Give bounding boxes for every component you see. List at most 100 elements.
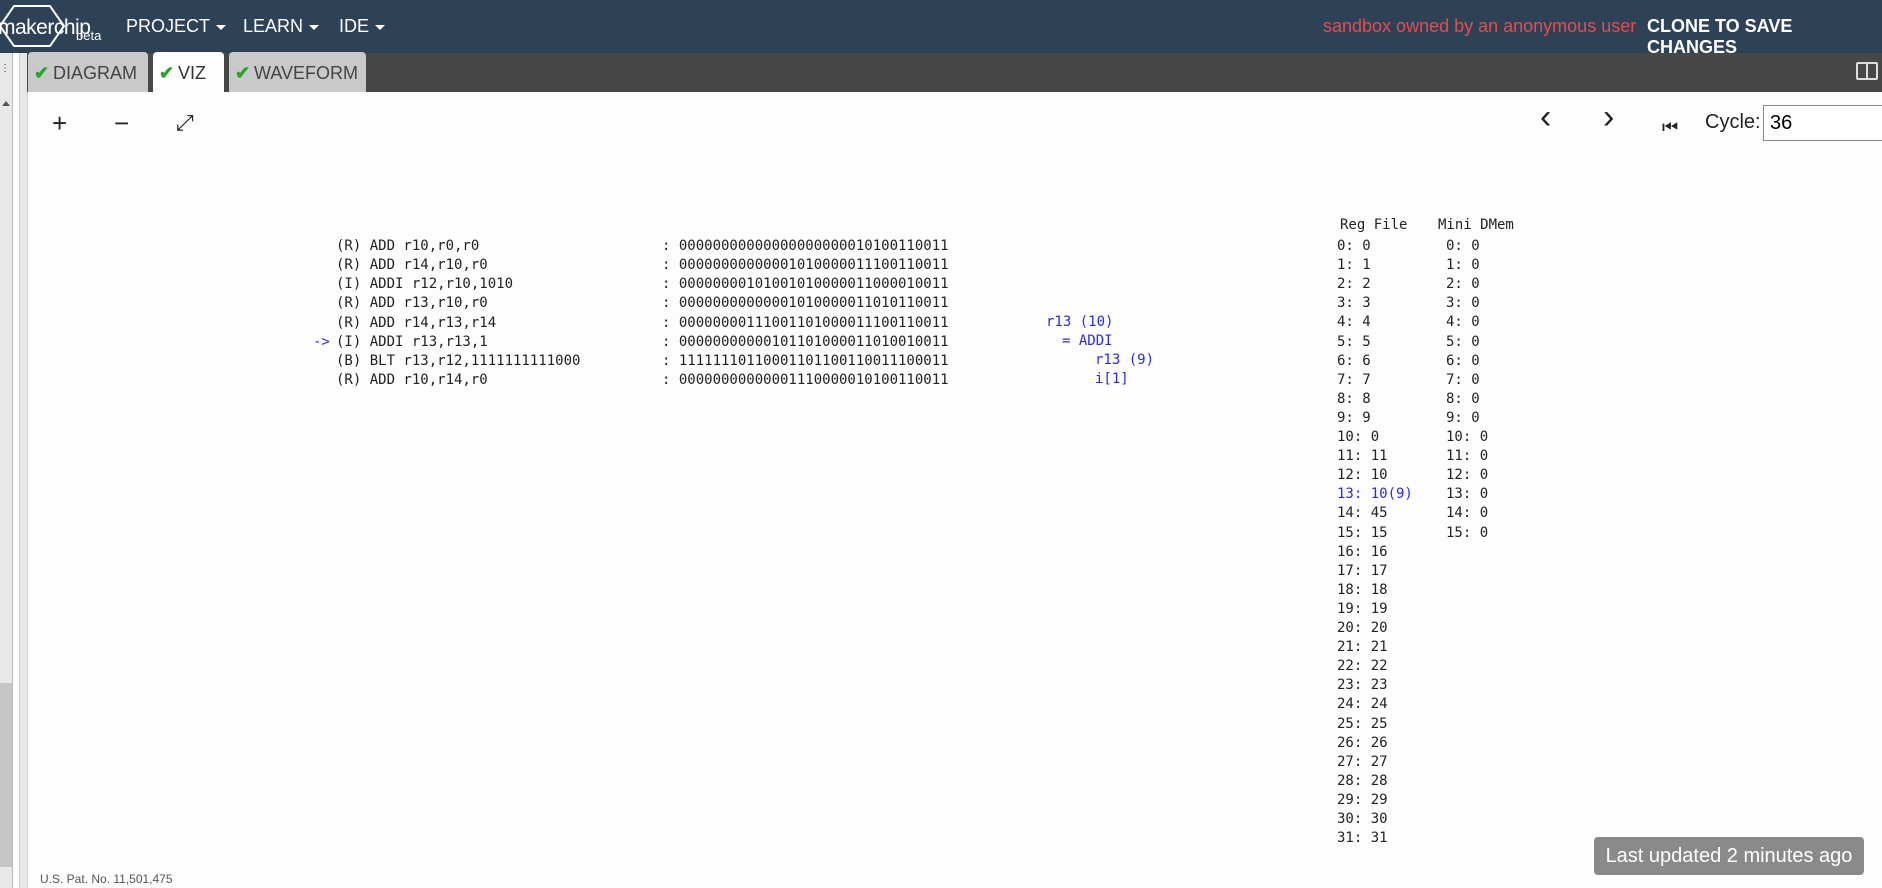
scrollbar-thumb[interactable]: [0, 683, 12, 867]
menu-ide[interactable]: IDE: [339, 16, 386, 37]
register-entry: 23: 23: [1337, 677, 1388, 694]
check-icon: ✔: [235, 63, 251, 83]
makerchip-logo[interactable]: makerchip beta: [0, 2, 110, 50]
memory-entry: 14: 0: [1446, 505, 1489, 522]
register-entry: 25: 25: [1337, 715, 1388, 732]
caret-down-icon: [309, 24, 320, 30]
instruction-bits: : 00000000000001010000011010110011: [662, 295, 949, 311]
instruction-asm: (R) ADD r10,r0,r0: [336, 238, 480, 254]
explain-op: = ADDI: [1062, 333, 1113, 349]
cycle-label: Cycle:: [1705, 111, 1761, 133]
memory-entry: 0: 0: [1446, 238, 1480, 254]
instruction-bits: : 00000000111001101000011100110011: [662, 315, 949, 331]
register-entry: 1: 1: [1337, 257, 1371, 274]
register-entry: 6: 6: [1337, 352, 1371, 369]
register-entry: 5: 5: [1337, 333, 1371, 350]
explain-src1: r13 (9): [1095, 352, 1155, 368]
register-entry: 17: 17: [1337, 562, 1388, 579]
memory-entry: 9: 0: [1446, 409, 1480, 426]
register-entry: 4: 4: [1337, 314, 1371, 331]
clone-button[interactable]: CLONE TO SAVE CHANGES: [1647, 16, 1882, 58]
register-entry: 15: 15: [1337, 524, 1388, 541]
instruction-asm: (R) ADD r13,r10,r0: [336, 295, 488, 311]
menu-ide-label: IDE: [339, 16, 370, 36]
tab-diagram[interactable]: ✔ DIAGRAM: [28, 52, 148, 92]
register-entry: 26: 26: [1337, 734, 1388, 751]
register-entry: 8: 8: [1337, 390, 1371, 407]
register-entry: 20: 20: [1337, 620, 1388, 636]
register-entry: 28: 28: [1337, 772, 1388, 789]
register-entry: 0: 0: [1337, 238, 1371, 254]
zoom-in-button[interactable]: +: [52, 110, 67, 136]
register-entry: 16: 16: [1337, 543, 1388, 560]
register-entry: 14: 45: [1337, 505, 1388, 522]
instruction-asm: (R) ADD r14,r13,r14: [336, 315, 497, 331]
next-cycle-button[interactable]: ›: [1603, 100, 1614, 134]
register-entry: 19: 19: [1337, 600, 1388, 617]
tab-viz[interactable]: ✔ VIZ: [153, 52, 224, 92]
memory-entry: 4: 0: [1446, 314, 1480, 331]
first-cycle-button[interactable]: ⏮: [1662, 114, 1678, 140]
last-updated-toast: Last updated 2 minutes ago: [1594, 837, 1864, 875]
register-entry: 9: 9: [1337, 409, 1371, 426]
tab-viz-label: VIZ: [178, 63, 207, 83]
instruction-bits: : 00000000000001010000011100110011: [662, 257, 949, 273]
zoom-out-button[interactable]: −: [114, 110, 129, 136]
menu-learn[interactable]: LEARN: [243, 16, 320, 37]
left-pane-scrollbar[interactable]: ⋮: [0, 53, 13, 888]
scroll-up-icon[interactable]: [2, 101, 10, 106]
check-icon: ✔: [34, 63, 50, 83]
patent-notice: U.S. Pat. No. 11,501,475: [40, 872, 173, 886]
menu-project-label: PROJECT: [126, 16, 211, 36]
register-entry: 7: 7: [1337, 371, 1371, 388]
menu-project[interactable]: PROJECT: [126, 16, 227, 37]
top-nav: makerchip beta PROJECT LEARN IDE sandbox…: [0, 0, 1882, 57]
drag-handle-icon[interactable]: ⋮: [0, 63, 10, 74]
register-entry: 21: 21: [1337, 639, 1388, 656]
instruction-bits: : 11111110110001101100110011100011: [662, 353, 949, 369]
fit-to-view-button[interactable]: ⤢: [176, 110, 194, 136]
memory-entry: 6: 0: [1446, 352, 1480, 369]
tab-waveform[interactable]: ✔ WAVEFORM: [229, 52, 366, 92]
prev-cycle-button[interactable]: ‹: [1540, 100, 1551, 134]
beta-label: beta: [76, 28, 102, 43]
instruction-asm: (R) ADD r10,r14,r0: [336, 372, 488, 388]
memory-entry: 3: 0: [1446, 295, 1480, 312]
mini-dmem-header: Mini DMem: [1438, 217, 1514, 233]
register-entry: 31: 31: [1337, 830, 1388, 847]
reg-file-header: Reg File: [1340, 217, 1408, 233]
memory-entry: 15: 0: [1446, 524, 1489, 541]
memory-entry: 10: 0: [1446, 429, 1489, 445]
register-entry: 24: 24: [1337, 696, 1388, 713]
instruction-bits: : 00000000000000000000010100110011: [662, 238, 949, 254]
caret-down-icon: [216, 24, 227, 30]
memory-entry: 13: 0: [1446, 486, 1489, 503]
memory-entry: 12: 0: [1446, 467, 1489, 484]
memory-entry: 1: 0: [1446, 257, 1480, 274]
instruction-asm-current: (I) ADDI r13,r13,1: [336, 334, 488, 350]
register-entry: 10: 0: [1337, 429, 1380, 445]
memory-entry: 7: 0: [1446, 371, 1480, 388]
sandbox-notice: sandbox owned by an anonymous user: [1323, 16, 1637, 36]
explain-imm: i[1]: [1095, 371, 1129, 387]
memory-entry: 5: 0: [1446, 333, 1480, 350]
memory-entry: 2: 0: [1446, 276, 1480, 293]
register-entry: 3: 3: [1337, 295, 1371, 312]
instruction-asm: (R) ADD r14,r10,r0: [336, 257, 488, 273]
check-icon: ✔: [159, 63, 175, 83]
tab-diagram-label: DIAGRAM: [53, 63, 138, 83]
pane-splitter[interactable]: [19, 53, 28, 888]
instruction-asm: (I) ADDI r12,r10,1010: [336, 276, 514, 292]
instruction-bits: : 00000000000101101000011010010011: [662, 334, 949, 350]
memory-entry: 8: 0: [1446, 390, 1480, 407]
split-view-icon[interactable]: [1856, 62, 1878, 80]
register-entry: 18: 18: [1337, 581, 1388, 598]
cycle-input[interactable]: [1763, 105, 1882, 141]
register-entry: 30: 30: [1337, 811, 1388, 827]
menu-learn-label: LEARN: [243, 16, 304, 36]
register-entry: 12: 10: [1337, 467, 1388, 484]
register-entry: 2: 2: [1337, 276, 1371, 293]
tab-waveform-label: WAVEFORM: [254, 63, 358, 83]
register-entry: 22: 22: [1337, 658, 1388, 675]
instruction-bits: : 00000000101001010000011000010011: [662, 276, 949, 292]
